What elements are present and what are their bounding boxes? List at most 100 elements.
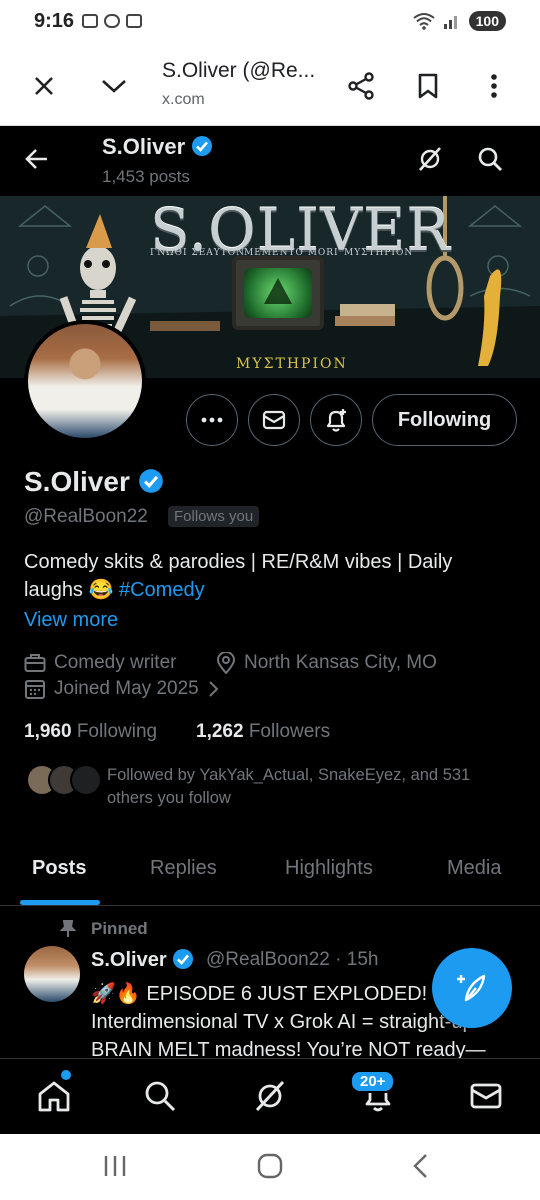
- post-meta: @RealBoon22 · 15h: [206, 949, 379, 970]
- signal-icon: [443, 16, 457, 29]
- post-avatar[interactable]: [24, 946, 80, 1002]
- close-tab-button[interactable]: [24, 66, 64, 106]
- banner-greek-text: ΜΥΣΤΗΡΙΟΝ: [236, 356, 348, 372]
- nav-grok[interactable]: [248, 1074, 292, 1118]
- nav-messages[interactable]: [464, 1074, 508, 1118]
- tv-screen: [244, 268, 312, 318]
- status-time: 9:16: [34, 10, 75, 32]
- tab-posts[interactable]: Posts: [32, 857, 86, 880]
- grok-icon: [255, 1080, 285, 1112]
- search-icon: [478, 147, 502, 171]
- wifi-icon: [413, 13, 435, 30]
- more-options-button[interactable]: [474, 66, 514, 106]
- avatar: [70, 764, 102, 796]
- status-bar: 9:16 100: [0, 0, 540, 46]
- briefcase-icon: [24, 654, 46, 672]
- profile-joined-row[interactable]: Joined May 2025: [24, 678, 219, 700]
- location-pin-icon: [216, 652, 236, 674]
- chevron-down-icon: [102, 80, 126, 93]
- following-label: Following: [76, 721, 158, 742]
- followers-count: 1,262: [196, 721, 244, 742]
- bio-line-1: Comedy skits & parodies | RE/R&M vibes |…: [24, 551, 453, 573]
- post-author-row[interactable]: S.Oliver: [91, 948, 194, 972]
- notification-icon: [82, 14, 98, 28]
- envelope-icon: [470, 1083, 502, 1109]
- back-system-button[interactable]: [408, 1152, 432, 1185]
- envelope-icon: [262, 410, 286, 430]
- collapse-button[interactable]: [94, 66, 134, 106]
- nav-search[interactable]: [138, 1074, 182, 1118]
- profile-bio: Comedy skits & parodies | RE/R&M vibes |…: [24, 548, 524, 604]
- following-stat[interactable]: 1,960 Following: [24, 721, 157, 743]
- profile-joined: Joined May 2025: [54, 678, 199, 699]
- tab-media[interactable]: Media: [447, 857, 501, 880]
- profile-location: North Kansas City, MO: [244, 652, 437, 673]
- header-name: S.Oliver: [102, 134, 186, 159]
- browser-toolbar: S.Oliver (@Re... x.com: [0, 46, 540, 126]
- cloud-icon: [104, 14, 120, 28]
- profile-header-bar: [0, 126, 540, 196]
- bio-line-2-row: laughs 😂 #Comedy: [24, 576, 524, 604]
- followed-by-avatars[interactable]: [26, 764, 102, 798]
- arrow-left-icon: [25, 149, 47, 169]
- more-actions-button[interactable]: [186, 394, 238, 446]
- close-icon: [35, 77, 53, 95]
- following-button[interactable]: Following: [372, 394, 517, 446]
- header-post-count: 1,453 posts: [102, 167, 190, 186]
- post-author-name: S.Oliver: [91, 949, 167, 971]
- banner-subtitle-left: ΓΝΩΘΙ ΣΕΑΥΤΟΝ: [150, 248, 246, 258]
- bio-line-2: laughs 😂: [24, 579, 114, 601]
- pin-icon: [60, 920, 76, 937]
- tab-replies[interactable]: Replies: [150, 857, 217, 880]
- status-right: 100: [413, 11, 506, 31]
- home-circle-icon: [257, 1153, 283, 1179]
- profile-job-row: Comedy writer: [24, 652, 176, 674]
- nav-home[interactable]: [32, 1074, 76, 1118]
- message-button[interactable]: [248, 394, 300, 446]
- back-chevron-icon: [413, 1154, 427, 1178]
- grok-icon: [419, 147, 441, 171]
- back-button[interactable]: [17, 139, 57, 179]
- share-icon: [348, 72, 374, 100]
- profile-location-row: North Kansas City, MO: [216, 652, 437, 674]
- home-system-button[interactable]: [256, 1152, 284, 1185]
- notifications-badge: 20+: [350, 1070, 396, 1093]
- status-notification-icons: [82, 14, 142, 28]
- more-vertical-icon: [491, 74, 497, 98]
- followers-stat[interactable]: 1,262 Followers: [196, 721, 330, 743]
- verified-badge-icon: [173, 949, 194, 969]
- pinned-label: Pinned: [91, 919, 148, 938]
- profile-avatar[interactable]: [24, 320, 146, 442]
- battery-indicator: 100: [468, 11, 506, 31]
- compose-post-button[interactable]: [432, 948, 512, 1028]
- profile-name: S.Oliver: [24, 466, 130, 497]
- browser-page-title: S.Oliver (@Re...: [162, 59, 316, 82]
- browser-url: x.com: [162, 91, 205, 108]
- active-tab-indicator: [20, 900, 100, 905]
- grok-button[interactable]: [410, 139, 450, 179]
- recent-apps-button[interactable]: [100, 1154, 130, 1183]
- more-horizontal-icon: [201, 417, 223, 423]
- follows-you-badge: Follows you: [168, 506, 260, 527]
- tab-highlights[interactable]: Highlights: [285, 857, 373, 880]
- header-name-row: S.Oliver: [102, 134, 213, 160]
- calendar-icon: [25, 680, 45, 699]
- calendar-icon: [126, 14, 142, 28]
- profile-handle: @RealBoon22: [24, 506, 148, 527]
- followed-by-text[interactable]: Followed by YakYak_Actual, SnakeEyez, an…: [107, 764, 517, 810]
- chevron-right-icon: [209, 681, 219, 697]
- notify-button[interactable]: [310, 394, 362, 446]
- following-count: 1,960: [24, 721, 72, 742]
- home-unread-dot: [61, 1070, 71, 1080]
- recent-apps-icon: [104, 1156, 126, 1176]
- post-text-line-3: BRAIN MELT madness! You’re NOT ready—: [91, 1039, 486, 1060]
- bookmark-button[interactable]: [408, 66, 448, 106]
- verified-badge-icon: [192, 136, 213, 156]
- system-navigation-bar: [0, 1134, 540, 1200]
- feather-plus-icon: [457, 974, 486, 1002]
- search-button[interactable]: [470, 139, 510, 179]
- share-button[interactable]: [341, 66, 381, 106]
- bio-hashtag-link[interactable]: #Comedy: [119, 579, 205, 601]
- bookmark-icon: [418, 73, 438, 99]
- view-more-link[interactable]: View more: [24, 609, 118, 632]
